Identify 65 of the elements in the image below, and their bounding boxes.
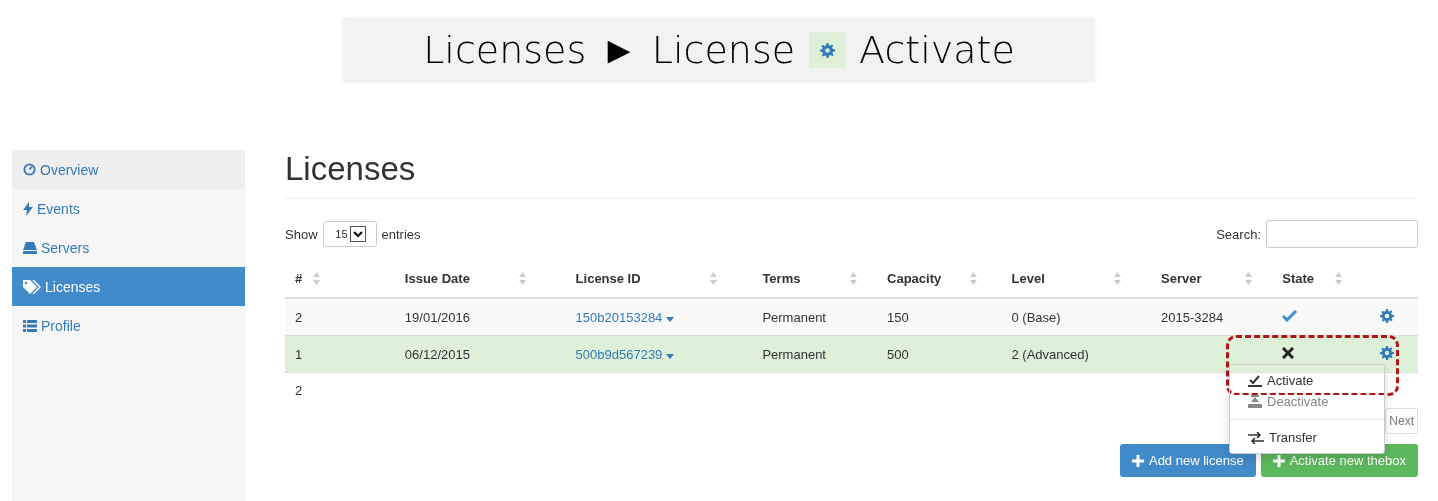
- caret-icon: [666, 353, 674, 359]
- entries-select[interactable]: 15: [322, 221, 377, 247]
- column-header[interactable]: Issue Date: [404, 270, 470, 286]
- sidebar-item[interactable]: Licenses: [12, 267, 245, 306]
- caption-text: Licenses: [423, 28, 587, 72]
- gear-icon[interactable]: [819, 42, 835, 58]
- table-cell: 19/01/2016: [404, 309, 470, 325]
- caption-text: License: [651, 28, 796, 72]
- search-field[interactable]: [1266, 220, 1418, 248]
- table-cell: 06/12/2015: [404, 346, 470, 362]
- sidebar-item[interactable]: Servers: [12, 228, 245, 267]
- entries-label: entries: [381, 226, 421, 242]
- next-page-link[interactable]: Next: [1385, 408, 1418, 434]
- table-row[interactable]: 2 19/01/2016 150b20153284 Permanent 150 0 (Base) 2015-3284: [285, 298, 1418, 336]
- sort-icon[interactable]: [1114, 271, 1122, 285]
- sort-icon[interactable]: [518, 271, 526, 285]
- license-id-link[interactable]: 500b9d567239: [575, 346, 674, 362]
- column-header[interactable]: State: [1282, 270, 1315, 286]
- column-header[interactable]: #: [295, 270, 303, 286]
- plus-icon: [1131, 454, 1144, 467]
- table-cell: 1: [295, 346, 303, 362]
- gear-icon[interactable]: [1380, 308, 1395, 323]
- table-info: 2: [295, 383, 303, 398]
- table-cell: 2: [295, 309, 303, 325]
- sort-icon[interactable]: [969, 271, 977, 285]
- lightning-icon: [23, 201, 33, 216]
- table-cell: 0 (Base): [1011, 309, 1061, 325]
- license-id-link[interactable]: 150b20153284: [575, 309, 674, 325]
- list-icon: [23, 319, 37, 332]
- column-header[interactable]: License ID: [575, 270, 641, 286]
- table-cell: 2015-3284: [1161, 309, 1224, 325]
- menu-item[interactable]: Activate: [1230, 370, 1384, 391]
- column-header[interactable]: Capacity: [887, 270, 942, 286]
- gear-icon[interactable]: [1380, 345, 1395, 360]
- chevron-icon: [352, 230, 363, 238]
- dashboard-icon: [23, 163, 36, 176]
- add-license-button[interactable]: Add new license: [1119, 444, 1256, 477]
- sidebar-item[interactable]: Events: [12, 189, 245, 228]
- transfer-icon: [1248, 431, 1264, 444]
- sidebar-item[interactable]: Profile: [12, 306, 245, 345]
- table-cell: Permanent: [762, 309, 826, 325]
- caret-icon: [666, 316, 674, 322]
- column-header[interactable]: Level: [1011, 270, 1045, 286]
- search-label: Search:: [1216, 226, 1261, 242]
- sort-icon[interactable]: [1335, 271, 1343, 285]
- sort-icon[interactable]: [710, 271, 718, 285]
- plus-icon: [1272, 454, 1285, 467]
- server-icon: [23, 241, 37, 254]
- show-label: Show: [285, 226, 318, 242]
- caption-text: ►: [600, 28, 638, 72]
- page-title: Licenses: [285, 150, 1418, 199]
- check-tray-icon: [1248, 374, 1262, 387]
- table-cell: 500: [887, 346, 909, 362]
- caption-text: Activate: [859, 28, 1015, 72]
- table-cell: 150: [887, 309, 909, 325]
- sort-icon[interactable]: [312, 271, 320, 285]
- table-cell: 2 (Advanced): [1011, 346, 1089, 362]
- sidebar-item[interactable]: Overview: [12, 150, 245, 189]
- tags-icon: [23, 279, 41, 294]
- table-cell: Permanent: [762, 346, 826, 362]
- column-header[interactable]: Terms: [762, 270, 801, 286]
- sort-icon[interactable]: [1245, 271, 1253, 285]
- column-header[interactable]: Server: [1161, 270, 1202, 286]
- sort-icon[interactable]: [850, 271, 858, 285]
- eject-tray-icon: [1248, 395, 1262, 408]
